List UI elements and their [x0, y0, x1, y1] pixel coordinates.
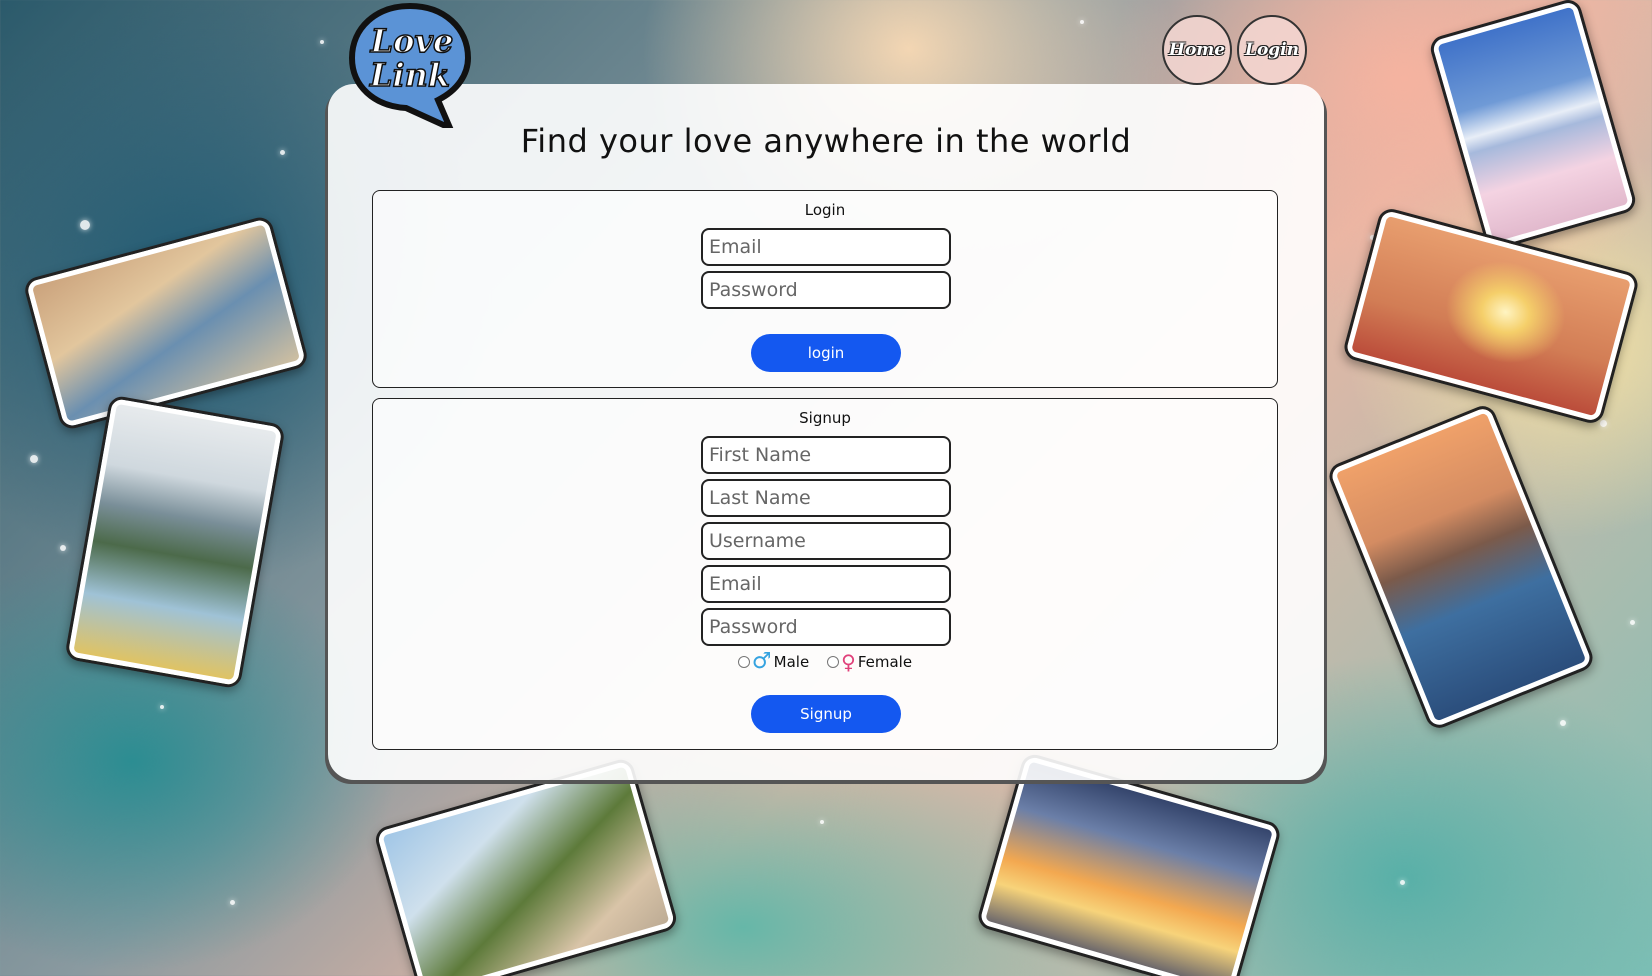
main-panel: Find your love anywhere in the world Log… — [328, 84, 1324, 780]
login-email-input[interactable] — [701, 228, 951, 266]
female-symbol-icon: ♀ — [841, 650, 856, 674]
signup-email-input[interactable] — [701, 565, 951, 603]
last-name-input[interactable] — [701, 479, 951, 517]
signup-button[interactable]: Signup — [751, 695, 901, 733]
scooter-couple-photo — [372, 756, 680, 976]
first-name-input[interactable] — [701, 436, 951, 474]
page-heading: Find your love anywhere in the world — [520, 122, 1132, 160]
logo-line-1: Love — [370, 22, 454, 60]
login-form: Login login — [372, 190, 1278, 388]
gender-option-male[interactable]: ♂ Male — [737, 649, 810, 674]
male-symbol-icon: ♂ — [751, 649, 772, 674]
female-radio[interactable] — [827, 656, 840, 668]
login-password-input[interactable] — [701, 271, 951, 309]
mount-fuji-photo — [1427, 0, 1639, 253]
love-link-logo[interactable]: Love Link — [346, 2, 474, 134]
mountain-lake-photo — [64, 394, 286, 690]
heart-hands-photo — [1341, 205, 1641, 427]
signup-password-input[interactable] — [701, 608, 951, 646]
speech-bubble-logo-icon: Love Link — [348, 2, 472, 134]
login-form-title: Login — [804, 201, 846, 219]
gender-option-female[interactable]: ♀ Female — [827, 652, 912, 672]
male-radio[interactable] — [737, 656, 750, 668]
sunset-beach-photo — [975, 751, 1283, 976]
nav-home-button[interactable]: Home — [1162, 15, 1232, 85]
female-label: Female — [857, 653, 913, 671]
username-input[interactable] — [701, 522, 951, 560]
gender-selector: ♂ Male ♀ Female — [373, 651, 1277, 673]
signup-form-title: Signup — [799, 409, 851, 427]
logo-line-2: Link — [369, 56, 450, 94]
signup-form: Signup ♂ Male ♀ Female Signup — [372, 398, 1278, 750]
couple-travel-photo — [22, 214, 310, 432]
male-label: Male — [773, 653, 810, 671]
nav-login-button[interactable]: Login — [1237, 15, 1307, 85]
login-button[interactable]: login — [751, 334, 901, 372]
venice-canal-photo — [1325, 401, 1597, 733]
